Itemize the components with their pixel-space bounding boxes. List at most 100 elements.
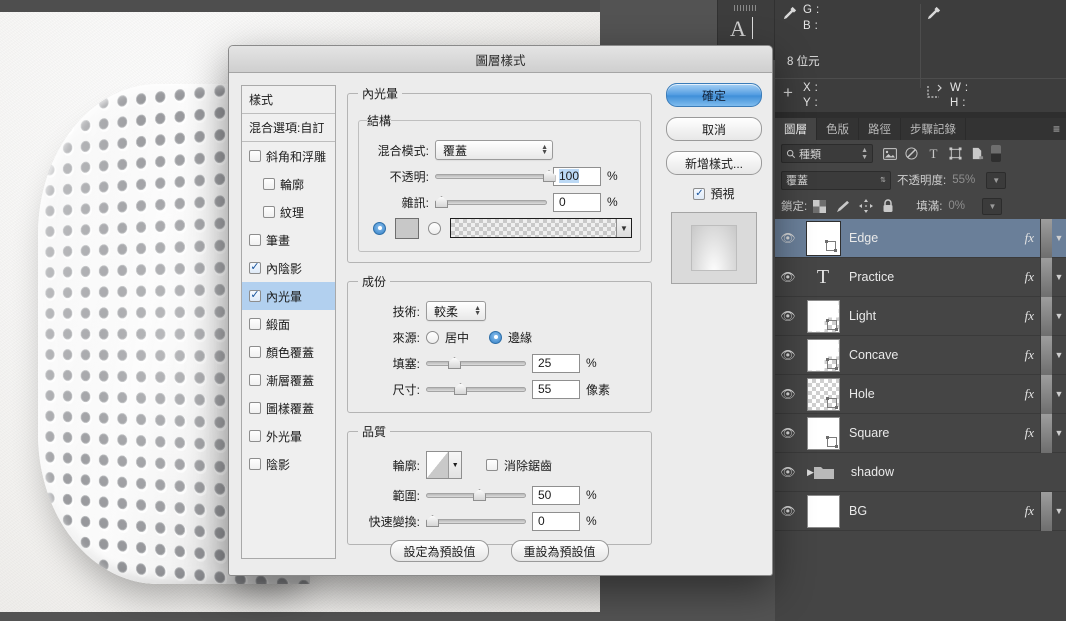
fx-expand-caret-icon[interactable]: ▼ (1052, 428, 1066, 438)
blending-options-item[interactable]: 混合選項:自訂 (242, 114, 335, 142)
cancel-button[interactable]: 取消 (666, 117, 762, 141)
jitter-input[interactable]: 0 (532, 511, 580, 531)
fx-item-satin[interactable]: 緞面 (242, 310, 335, 338)
gradient-radio[interactable] (428, 221, 441, 235)
layer-thumbnail[interactable] (806, 338, 840, 372)
eye-icon[interactable]: 👁 (775, 387, 801, 401)
make-default-button[interactable]: 設定為預設值 (390, 540, 489, 562)
preview-toggle[interactable]: 預視 (666, 185, 762, 202)
layer-blend-mode-select[interactable]: 覆蓋 ⇅ (781, 170, 891, 190)
layer-name[interactable]: shadow (847, 465, 1066, 479)
checkbox[interactable] (693, 187, 706, 200)
eye-icon[interactable]: 👁 (775, 231, 801, 245)
layer-thumbnail[interactable] (805, 220, 841, 256)
fill-value[interactable]: 0% (948, 200, 976, 212)
layer-thumbnail[interactable] (806, 416, 840, 450)
eye-icon[interactable]: 👁 (775, 309, 801, 323)
smart-object-icon[interactable] (969, 145, 986, 162)
layer-thumbnail[interactable] (806, 377, 840, 411)
layer-name[interactable]: Concave (845, 348, 1025, 362)
tab-paths[interactable]: 路徑 (859, 118, 901, 140)
tab-layers[interactable]: 圖層 (775, 118, 817, 140)
tab-channels[interactable]: 色版 (817, 118, 859, 140)
fx-badge-icon[interactable]: fx (1025, 425, 1040, 441)
opacity-stepper-caret[interactable]: ▼ (986, 171, 1007, 189)
tab-history[interactable]: 步驟記錄 (901, 118, 966, 140)
fx-item-outer-glow[interactable]: 外光暈 (242, 422, 335, 450)
checkbox[interactable] (249, 430, 261, 442)
table-row[interactable]: 👁 Edge fx ▼ (775, 219, 1066, 258)
fx-expand-caret-icon[interactable]: ▼ (1052, 506, 1066, 516)
fx-expand-caret-icon[interactable]: ▼ (1052, 389, 1066, 399)
size-input[interactable]: 55 (532, 379, 580, 399)
eye-icon[interactable]: 👁 (775, 426, 801, 440)
fx-expand-caret-icon[interactable]: ▼ (1052, 311, 1066, 321)
checkbox[interactable] (249, 374, 261, 386)
checkbox[interactable] (249, 262, 261, 274)
layer-name[interactable]: Practice (845, 270, 1025, 284)
table-row[interactable]: 👁 Light fx ▼ (775, 296, 1066, 336)
panel-menu-icon[interactable]: ≡ (1053, 122, 1060, 136)
fx-item-contour[interactable]: 輪廓 (242, 170, 335, 198)
layer-style-dialog[interactable]: 圖層樣式 樣式 混合選項:自訂 斜角和浮雕 輪廓 紋理 筆畫 ✓ 內陰影 ✓ 內… (228, 45, 773, 576)
source-edge-radio[interactable] (489, 330, 503, 344)
adjustment-layer-icon[interactable] (903, 145, 920, 162)
styles-header[interactable]: 樣式 (242, 86, 335, 114)
blend-mode-select[interactable]: 覆蓋 ▲ ▼ (435, 140, 553, 160)
range-input[interactable]: 50 (532, 485, 580, 505)
layer-list[interactable]: 👁 Edge fx ▼ 👁 T Practice fx ▼ 👁 Light fx… (775, 219, 1066, 621)
new-style-button[interactable]: 新增樣式... (666, 151, 762, 175)
lock-paint-icon[interactable] (835, 200, 850, 213)
layer-name[interactable]: BG (845, 504, 1025, 518)
layer-thumbnail-text[interactable]: T (807, 261, 840, 294)
layer-name[interactable]: Light (845, 309, 1025, 323)
lock-move-icon[interactable] (859, 199, 874, 213)
fx-item-drop-shadow[interactable]: 陰影 (242, 450, 335, 478)
checkbox[interactable] (249, 290, 261, 302)
eye-icon[interactable]: 👁 (775, 348, 801, 362)
fx-expand-caret-icon[interactable]: ▼ (1052, 350, 1066, 360)
fx-badge-icon[interactable]: fx (1025, 386, 1040, 402)
lock-all-icon[interactable] (882, 199, 894, 213)
fx-item-inner-glow[interactable]: 內光暈 (242, 282, 335, 310)
fx-badge-icon[interactable]: fx (1025, 308, 1040, 324)
shape-layer-icon[interactable] (947, 145, 964, 162)
slider-thumb[interactable] (448, 357, 461, 369)
table-row[interactable]: 👁 ▶ shadow (775, 453, 1066, 492)
layer-name[interactable]: Edge (845, 231, 1025, 245)
checkbox[interactable] (249, 150, 261, 162)
table-row[interactable]: 👁 Concave fx ▼ (775, 335, 1066, 375)
fx-item-inner-shadow[interactable]: 內陰影 (242, 254, 335, 282)
checkbox[interactable] (263, 206, 275, 218)
filter-toggle-switch[interactable] (991, 145, 1001, 162)
fx-item-stroke[interactable]: 筆畫 (242, 226, 335, 254)
fx-item-bevel-emboss[interactable]: 斜角和浮雕 (242, 142, 335, 170)
eye-icon[interactable]: 👁 (775, 504, 801, 518)
eye-icon[interactable]: 👁 (775, 270, 801, 284)
fx-item-color-overlay[interactable]: 顏色覆蓋 (242, 338, 335, 366)
chevron-down-icon[interactable]: ▼ (448, 452, 461, 478)
choke-slider[interactable] (426, 355, 526, 371)
antialias-checkbox[interactable] (486, 459, 498, 471)
technique-select[interactable]: 較柔 ▲ ▼ (426, 301, 486, 321)
size-slider[interactable] (426, 381, 526, 397)
filter-kind-select[interactable]: 種類 ▲ ▼ (781, 144, 873, 163)
fx-item-gradient-overlay[interactable]: 漸層覆蓋 (242, 366, 335, 394)
checkbox[interactable] (249, 346, 261, 358)
noise-input[interactable]: 0 (553, 192, 601, 212)
ok-button[interactable]: 確定 (666, 83, 762, 107)
slider-thumb[interactable] (473, 489, 486, 501)
fx-item-pattern-overlay[interactable]: 圖樣覆蓋 (242, 394, 335, 422)
styles-list-column[interactable]: 樣式 混合選項:自訂 斜角和浮雕 輪廓 紋理 筆畫 ✓ 內陰影 ✓ 內光暈 緞面… (241, 85, 336, 559)
type-layer-icon[interactable]: T (925, 145, 942, 162)
fx-item-texture[interactable]: 紋理 (242, 198, 335, 226)
layer-name[interactable]: Square (845, 426, 1025, 440)
solid-color-radio[interactable] (373, 221, 386, 235)
slider-thumb[interactable] (426, 515, 439, 527)
fx-badge-icon[interactable]: fx (1025, 269, 1040, 285)
reset-default-button[interactable]: 重設為預設值 (510, 540, 609, 562)
pixel-layer-icon[interactable] (881, 145, 898, 162)
source-center-radio[interactable] (426, 330, 439, 344)
fx-badge-icon[interactable]: fx (1025, 230, 1040, 246)
checkbox[interactable] (263, 178, 275, 190)
